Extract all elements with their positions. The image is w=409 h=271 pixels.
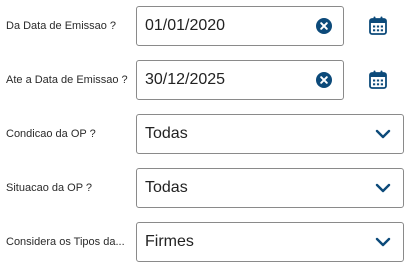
date-to-row: Ate a Data de Emissao ? 30/12/2025 <box>0 60 409 100</box>
date-to-value[interactable]: 30/12/2025 <box>145 61 225 99</box>
chevron-down-icon[interactable] <box>375 236 391 248</box>
calendar-icon[interactable] <box>369 70 387 89</box>
clear-circle-icon[interactable] <box>316 18 332 34</box>
date-from-label: Da Data de Emissao ? <box>6 20 117 32</box>
chevron-down-icon[interactable] <box>375 182 391 194</box>
situacao-op-row: Situacao da OP ? Todas <box>0 168 409 208</box>
tipos-label: Considera os Tipos da... <box>6 236 125 248</box>
situacao-op-select[interactable]: Todas <box>136 168 404 208</box>
situacao-op-selected[interactable]: Todas <box>145 169 188 207</box>
chevron-down-icon[interactable] <box>375 128 391 140</box>
date-to-label: Ate a Data de Emissao ? <box>6 74 128 86</box>
condicao-op-select[interactable]: Todas <box>136 114 404 154</box>
date-from-value[interactable]: 01/01/2020 <box>145 7 225 45</box>
clear-circle-icon[interactable] <box>316 72 332 88</box>
date-from-input[interactable]: 01/01/2020 <box>136 6 344 46</box>
condicao-op-row: Condicao da OP ? Todas <box>0 114 409 154</box>
condicao-op-label: Condicao da OP ? <box>6 128 96 140</box>
date-to-input[interactable]: 30/12/2025 <box>136 60 344 100</box>
calendar-icon[interactable] <box>369 16 387 35</box>
tipos-row: Considera os Tipos da... Firmes <box>0 222 409 262</box>
date-from-row: Da Data de Emissao ? 01/01/2020 <box>0 6 409 46</box>
tipos-selected[interactable]: Firmes <box>145 223 194 261</box>
tipos-select[interactable]: Firmes <box>136 222 404 262</box>
situacao-op-label: Situacao da OP ? <box>6 182 93 194</box>
condicao-op-selected[interactable]: Todas <box>145 115 188 153</box>
